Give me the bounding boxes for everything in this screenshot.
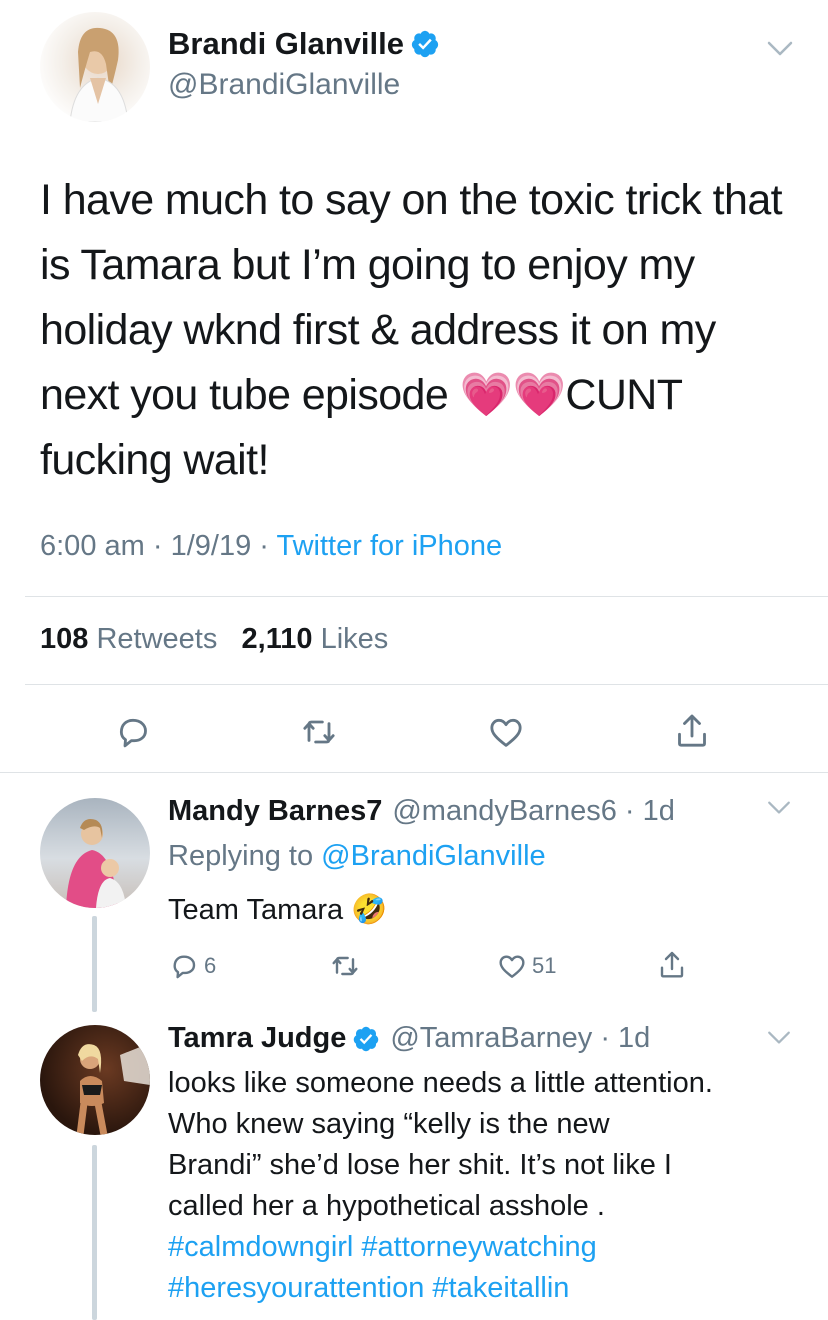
share-icon — [660, 951, 684, 978]
reply-text-line: called her a hypothetical asshole . — [168, 1190, 605, 1222]
tweet-text-line: is Tamara but I’m going to enjoy my — [40, 241, 695, 289]
reply-author-handle[interactable]: @TamraBarney — [390, 1022, 592, 1055]
reply-age[interactable]: 1d — [643, 795, 675, 828]
tweet-text: I have much to say on the toxic trick th… — [40, 168, 800, 493]
reply-icon — [173, 955, 196, 979]
reply-avatar[interactable] — [40, 798, 150, 908]
share-icon[interactable] — [672, 710, 712, 752]
likes-stat[interactable]: 2,110 Likes — [242, 623, 389, 655]
reply-icon[interactable] — [113, 712, 153, 752]
replying-to-prefix: Replying to — [168, 840, 314, 872]
retweet-button[interactable] — [328, 950, 362, 982]
reply-text-line: Brandi” she’d lose her shit. It’s not li… — [168, 1149, 672, 1181]
tweet-text-line: next you tube episode 💗💗CUNT — [40, 371, 683, 419]
reply-author-handle[interactable]: @mandyBarnes6 — [392, 795, 617, 828]
tweet-text-line: I have much to say on the toxic trick th… — [40, 176, 783, 224]
tweet-time: 6:00 am — [40, 530, 145, 562]
author-name[interactable]: Brandi Glanville — [168, 26, 404, 62]
reply-header: Mandy Barnes7 @mandyBarnes6 · 1d — [168, 795, 675, 828]
tweet-source-link[interactable]: Twitter for iPhone — [276, 530, 502, 562]
avatar-image — [69, 27, 129, 122]
reply-action-bar: 6 51 — [168, 950, 728, 986]
chevron-down-icon[interactable] — [766, 800, 792, 816]
hashtag-link[interactable]: #heresyourattention — [168, 1272, 424, 1304]
tweet-meta: 6:00 am · 1/9/19 · Twitter for iPhone — [40, 530, 502, 563]
tweet-text-line: fucking wait! — [40, 436, 269, 484]
retweets-stat[interactable]: 108 Retweets — [40, 623, 217, 655]
thread-line — [92, 1145, 97, 1320]
divider — [0, 772, 828, 773]
reply-text-line: Who knew saying “kelly is the new — [168, 1108, 610, 1140]
retweets-count: 108 — [40, 623, 89, 655]
verified-badge-icon — [411, 30, 439, 58]
like-icon[interactable] — [486, 712, 526, 752]
like-button[interactable]: 51 — [496, 950, 556, 982]
retweets-label: Retweets — [96, 623, 218, 655]
retweet-icon — [332, 956, 358, 976]
divider — [25, 684, 828, 685]
avatar-image — [76, 1043, 150, 1135]
verified-badge-icon — [354, 1026, 379, 1051]
replying-to: Replying to @BrandiGlanville — [168, 840, 546, 873]
share-button[interactable] — [656, 948, 688, 982]
like-icon — [499, 955, 525, 978]
reply-count: 6 — [204, 953, 217, 978]
meta-separator: · — [259, 530, 277, 562]
tweet-action-bar — [0, 705, 828, 755]
tweet-stats: 108 Retweets 2,110 Likes — [40, 623, 388, 656]
likes-count: 2,110 — [241, 623, 313, 655]
replying-to-handle[interactable]: @BrandiGlanville — [321, 840, 545, 872]
hashtag-line: #heresyourattention #takeitallin — [168, 1268, 713, 1309]
reply-text: looks like someone needs a little attent… — [168, 1063, 713, 1309]
author-name-row[interactable]: Brandi Glanville — [168, 26, 440, 62]
hashtag-link[interactable]: #takeitallin — [432, 1272, 569, 1304]
reply-age[interactable]: 1d — [618, 1022, 650, 1055]
hashtag-link[interactable]: #attorneywatching — [361, 1231, 596, 1263]
hashtag-link[interactable]: #calmdowngirl — [168, 1231, 353, 1263]
retweet-icon[interactable] — [297, 712, 341, 752]
tweet-date: 1/9/19 — [170, 530, 252, 562]
reply-author-name[interactable]: Mandy Barnes7 — [168, 795, 382, 828]
reply-text-line: looks like someone needs a little attent… — [168, 1067, 713, 1099]
chevron-down-icon[interactable] — [766, 40, 794, 58]
divider — [25, 596, 828, 597]
hashtag-line: #calmdowngirl #attorneywatching — [168, 1227, 713, 1268]
author-handle[interactable]: @BrandiGlanville — [168, 68, 400, 102]
reply-button[interactable]: 6 — [168, 950, 216, 982]
avatar-image — [66, 819, 126, 908]
reply-author-name[interactable]: Tamra Judge — [168, 1022, 346, 1055]
like-count: 51 — [532, 953, 557, 978]
tweet-text-line: holiday wknd first & address it on my — [40, 306, 716, 354]
chevron-down-icon[interactable] — [766, 1030, 792, 1046]
thread-line — [92, 916, 97, 1012]
reply-text: Team Tamara 🤣 — [168, 894, 388, 926]
author-avatar[interactable] — [40, 12, 150, 122]
meta-separator: · — [152, 530, 171, 562]
reply-avatar[interactable] — [40, 1025, 150, 1135]
reply-header: Tamra Judge @TamraBarney · 1d — [168, 1022, 651, 1055]
likes-label: Likes — [320, 623, 389, 655]
